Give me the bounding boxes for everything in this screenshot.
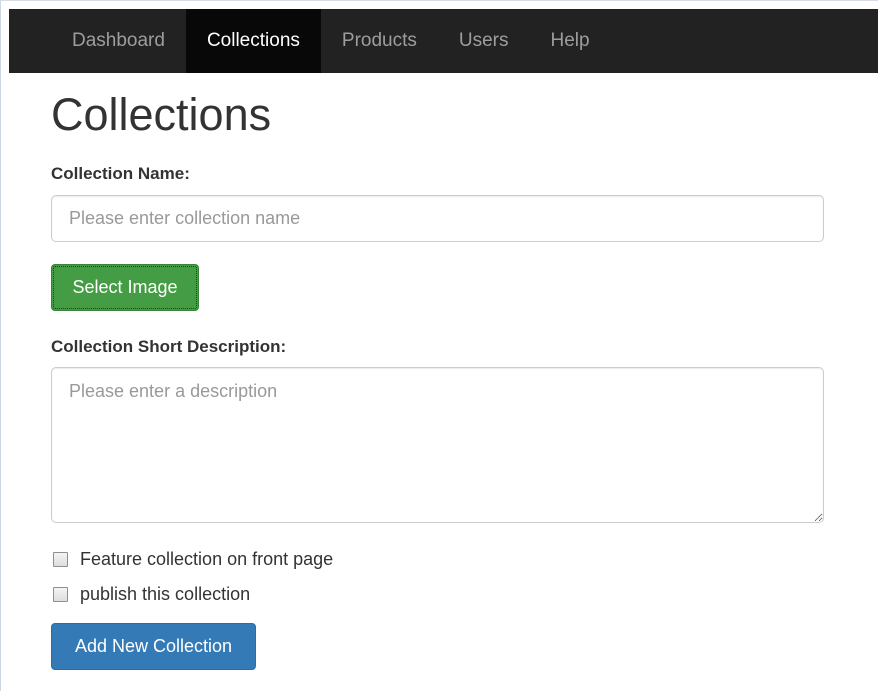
- select-image-button[interactable]: Select Image: [51, 264, 199, 311]
- collection-name-input[interactable]: [51, 195, 824, 242]
- feature-checkbox-row: Feature collection on front page: [51, 548, 824, 570]
- publish-checkbox[interactable]: [53, 586, 68, 602]
- feature-checkbox-label[interactable]: Feature collection on front page: [80, 549, 333, 570]
- collection-name-label: Collection Name:: [51, 164, 190, 183]
- nav-menu: Dashboard Collections Products Users Hel…: [51, 9, 611, 73]
- nav-item-users[interactable]: Users: [438, 9, 530, 73]
- top-navbar: Dashboard Collections Products Users Hel…: [9, 9, 878, 73]
- page-title: Collections: [51, 89, 272, 140]
- app-window: Dashboard Collections Products Users Hel…: [0, 0, 878, 691]
- main-content: Collections Collection Name: Select Imag…: [51, 73, 824, 670]
- nav-item-collections[interactable]: Collections: [185, 9, 321, 73]
- nav-item-dashboard[interactable]: Dashboard: [51, 9, 186, 73]
- add-new-collection-button[interactable]: Add New Collection: [51, 623, 256, 670]
- nav-item-help[interactable]: Help: [530, 9, 611, 73]
- feature-checkbox[interactable]: [53, 551, 68, 567]
- publish-checkbox-label[interactable]: publish this collection: [80, 584, 250, 605]
- collection-description-label: Collection Short Description:: [51, 337, 287, 356]
- nav-item-products[interactable]: Products: [321, 9, 438, 73]
- publish-checkbox-row: publish this collection: [51, 583, 824, 605]
- collection-description-textarea[interactable]: [51, 367, 824, 523]
